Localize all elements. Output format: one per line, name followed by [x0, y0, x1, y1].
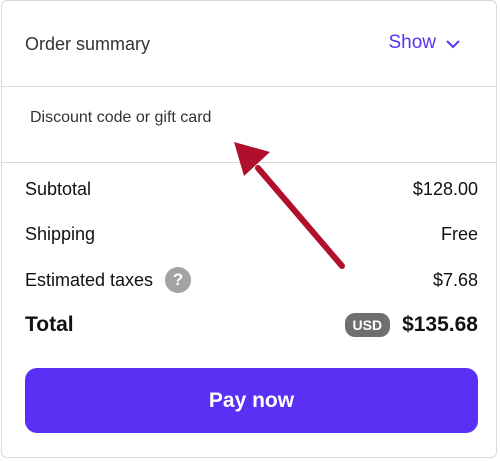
- discount-section: [2, 87, 496, 163]
- subtotal-amount: $128.00: [412, 179, 478, 199]
- subtotal-row: Subtotal $128.00: [25, 179, 478, 200]
- shipping-row: Shipping Free: [25, 224, 478, 245]
- total-row: Total USD $135.68: [25, 313, 478, 337]
- taxes-label: Estimated taxes: [25, 269, 154, 290]
- chevron-down-icon: [446, 39, 460, 48]
- total-amount: $135.68: [402, 313, 478, 336]
- order-summary-header: Order summary Show: [2, 1, 496, 87]
- taxes-label-group: Estimated taxes ?: [25, 267, 192, 293]
- taxes-row: Estimated taxes ? $7.68: [25, 267, 478, 293]
- show-summary-toggle[interactable]: Show: [388, 32, 460, 54]
- currency-badge: USD: [344, 313, 391, 337]
- pay-now-button[interactable]: Pay now: [25, 368, 478, 433]
- shipping-label: Shipping: [25, 224, 96, 244]
- taxes-amount: $7.68: [432, 269, 478, 290]
- discount-code-input[interactable]: [16, 95, 492, 141]
- subtotal-label: Subtotal: [25, 179, 92, 199]
- order-summary-title: Order summary: [25, 34, 151, 54]
- total-label: Total: [25, 313, 74, 336]
- question-mark-icon[interactable]: ?: [165, 267, 192, 293]
- shipping-amount: Free: [440, 224, 478, 244]
- show-toggle-label: Show: [388, 32, 436, 53]
- order-summary-card: Order summary Show Subtotal $128.00 Ship…: [1, 0, 497, 458]
- total-value-group: USD $135.68: [344, 313, 478, 337]
